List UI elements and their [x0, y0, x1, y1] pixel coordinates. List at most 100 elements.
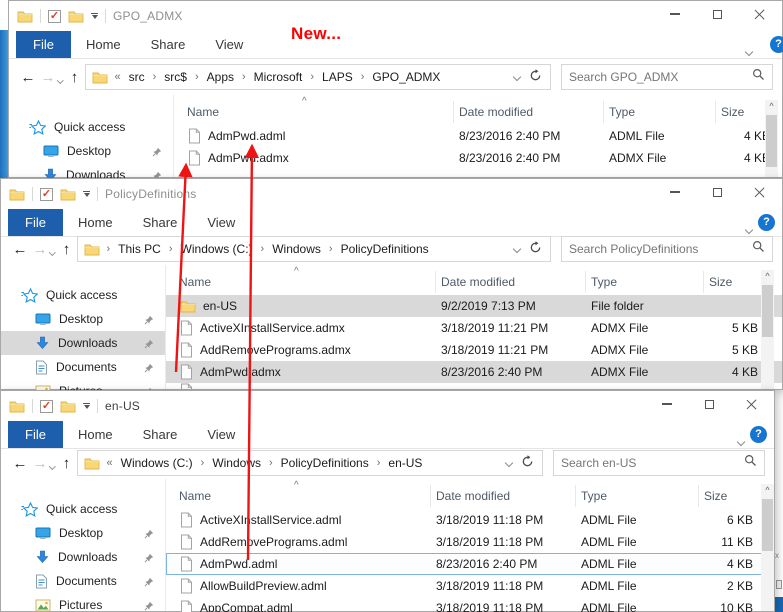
titlebar[interactable]: ✓ PolicyDefinitions	[1, 179, 782, 209]
maximize-button[interactable]	[696, 1, 738, 27]
close-button[interactable]	[730, 391, 772, 417]
sidebar-item-desktop[interactable]: Desktop	[9, 139, 173, 163]
file-row-allowbuildpreview-adml[interactable]: AllowBuildPreview.adml3/18/2019 11:18 PM…	[166, 575, 774, 597]
forward-icon[interactable]: →	[30, 455, 50, 472]
minimize-button[interactable]	[646, 391, 688, 417]
sidebar-item-documents[interactable]: Documents	[1, 355, 165, 379]
forward-icon[interactable]: →	[30, 241, 50, 258]
tab-file[interactable]: File	[8, 421, 63, 448]
refresh-icon[interactable]	[521, 455, 534, 471]
column-header-date-modified[interactable]: Date modified	[454, 101, 604, 123]
tab-view[interactable]: View	[200, 31, 258, 58]
scroll-up-icon[interactable]: ^	[765, 100, 778, 113]
up-icon[interactable]: ↑	[65, 69, 85, 86]
column-header-name[interactable]: Name	[182, 101, 454, 123]
sidebar-item-desktop[interactable]: Desktop	[1, 307, 165, 331]
tab-share[interactable]: Share	[128, 209, 193, 236]
breadcrumb-segment-apps[interactable]: Apps	[207, 70, 234, 84]
tab-file[interactable]: File	[8, 209, 63, 236]
customize-toolbar-icon[interactable]	[83, 191, 90, 198]
scrollbar-thumb[interactable]	[762, 285, 773, 337]
scrollbar-thumb[interactable]	[762, 499, 773, 551]
file-row-admpwd-admx[interactable]: AdmPwd.admx8/23/2016 2:40 PMADMX File4 K…	[166, 361, 782, 383]
address-dropdown-icon[interactable]	[513, 73, 521, 81]
recent-locations-icon[interactable]	[50, 456, 55, 474]
file-row-activexinstallservice-adml[interactable]: ActiveXInstallService.adml3/18/2019 11:1…	[166, 509, 774, 531]
search-icon[interactable]	[744, 454, 757, 472]
maximize-button[interactable]	[688, 391, 730, 417]
breadcrumb-segment-microsoft[interactable]: Microsoft	[254, 70, 303, 84]
properties-check-icon[interactable]: ✓	[48, 10, 61, 23]
search-box[interactable]	[561, 236, 773, 262]
titlebar[interactable]: ✓ en-US	[1, 391, 774, 421]
file-row-appcompat-adml[interactable]: AppCompat.adml3/18/2019 11:18 PMADML Fil…	[166, 597, 774, 612]
new-folder-icon[interactable]	[60, 188, 76, 201]
address-bar[interactable]: «src›src$›Apps›Microsoft›LAPS›GPO_ADMX	[85, 64, 552, 90]
scrollbar-thumb[interactable]	[766, 115, 777, 167]
sort-ascending-icon[interactable]: ^	[294, 480, 299, 491]
breadcrumb-segment-src[interactable]: src	[129, 70, 145, 84]
column-header-type[interactable]: Type	[604, 101, 716, 123]
scrollbar[interactable]: ^	[761, 270, 774, 389]
file-row-addremoveprograms-adml[interactable]: AddRemovePrograms.adml3/18/2019 11:18 PM…	[166, 531, 774, 553]
sidebar-item-documents[interactable]: Documents	[1, 569, 165, 593]
titlebar[interactable]: ✓ GPO_ADMX	[9, 1, 782, 31]
sidebar-item-pictures[interactable]: Pictures	[1, 593, 165, 612]
file-row-en-us[interactable]: en-US9/2/2019 7:13 PMFile folder	[166, 295, 782, 317]
tab-share[interactable]: Share	[128, 421, 193, 448]
scroll-up-icon[interactable]: ^	[761, 484, 774, 497]
address-dropdown-icon[interactable]	[505, 459, 513, 467]
tab-home[interactable]: Home	[71, 31, 136, 58]
sidebar-item-quick-access[interactable]: Quick access	[1, 497, 165, 521]
maximize-button[interactable]	[696, 179, 738, 205]
scrollbar[interactable]: ^	[765, 100, 778, 177]
column-header-date-modified[interactable]: Date modified	[431, 485, 576, 507]
properties-check-icon[interactable]: ✓	[40, 188, 53, 201]
column-header-name[interactable]: Name	[174, 271, 436, 293]
column-header-name[interactable]: Name	[174, 485, 431, 507]
breadcrumb-segment-src[interactable]: src$	[164, 70, 187, 84]
minimize-button[interactable]	[654, 1, 696, 27]
column-header-size[interactable]: Size	[699, 485, 757, 507]
breadcrumb-segment-windows[interactable]: Windows	[212, 456, 261, 470]
breadcrumb-segment-gpo-admx[interactable]: GPO_ADMX	[372, 70, 440, 84]
search-input[interactable]	[569, 70, 752, 84]
new-folder-icon[interactable]	[60, 400, 76, 413]
column-header-type[interactable]: Type	[586, 271, 704, 293]
recent-locations-icon[interactable]	[58, 70, 63, 88]
tab-file[interactable]: File	[16, 31, 71, 58]
forward-icon[interactable]: →	[38, 69, 58, 86]
file-row-activexinstallservice-admx[interactable]: ActiveXInstallService.admx3/18/2019 11:2…	[166, 317, 782, 339]
file-row-addremoveprograms-admx[interactable]: AddRemovePrograms.admx3/18/2019 11:21 PM…	[166, 339, 782, 361]
sidebar-item-desktop[interactable]: Desktop	[1, 521, 165, 545]
refresh-icon[interactable]	[529, 69, 542, 85]
search-box[interactable]	[561, 64, 773, 90]
help-icon[interactable]: ?	[770, 36, 783, 53]
up-icon[interactable]: ↑	[57, 455, 77, 472]
up-icon[interactable]: ↑	[57, 241, 77, 258]
address-dropdown-icon[interactable]	[513, 245, 521, 253]
breadcrumb-segment-laps[interactable]: LAPS	[322, 70, 353, 84]
sort-ascending-icon[interactable]: ^	[294, 266, 299, 277]
address-bar[interactable]: ›This PC›Windows (C:)›Windows›PolicyDefi…	[77, 236, 552, 262]
search-box[interactable]	[553, 450, 765, 476]
file-row-admpwd-adml[interactable]: AdmPwd.adml8/23/2016 2:40 PMADML File4 K…	[174, 125, 782, 147]
breadcrumb-segment-this-pc[interactable]: This PC	[118, 242, 161, 256]
sidebar-item-quick-access[interactable]: Quick access	[9, 115, 173, 139]
new-folder-icon[interactable]	[68, 10, 84, 23]
column-header-date-modified[interactable]: Date modified	[436, 271, 586, 293]
tab-share[interactable]: Share	[136, 31, 201, 58]
breadcrumb-segment-policydefinitions[interactable]: PolicyDefinitions	[341, 242, 429, 256]
address-bar[interactable]: «Windows (C:)›Windows›PolicyDefinitions›…	[77, 450, 544, 476]
customize-toolbar-icon[interactable]	[83, 403, 90, 410]
back-icon[interactable]: ←	[10, 241, 30, 258]
scrollbar[interactable]: ^	[761, 484, 774, 611]
breadcrumb-segment-windows[interactable]: Windows	[272, 242, 321, 256]
help-icon[interactable]: ?	[758, 214, 775, 231]
tab-home[interactable]: Home	[63, 421, 128, 448]
help-icon[interactable]: ?	[750, 426, 767, 443]
back-icon[interactable]: ←	[10, 455, 30, 472]
search-input[interactable]	[569, 242, 752, 256]
refresh-icon[interactable]	[529, 241, 542, 257]
close-button[interactable]	[738, 1, 780, 27]
